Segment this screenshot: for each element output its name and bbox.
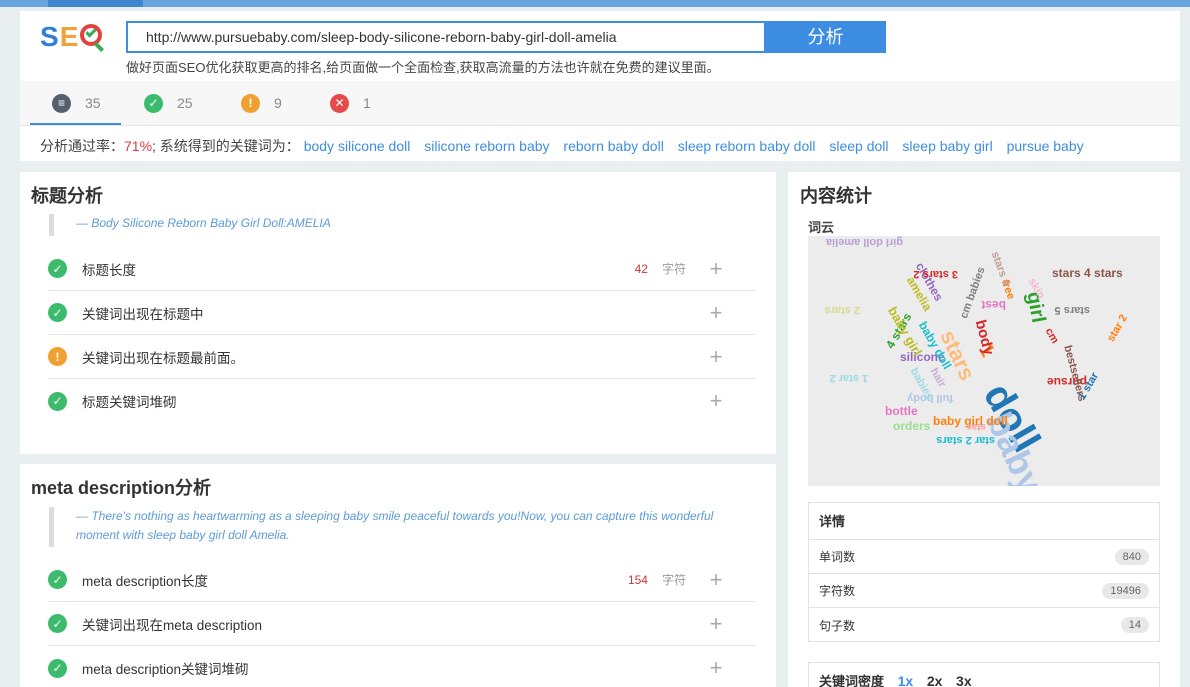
density-option-1x[interactable]: 1x	[898, 673, 914, 687]
url-input[interactable]	[126, 21, 766, 53]
subtitle: 做好页面SEO优化获取更高的排名,给页面做一个全面检查,获取高流量的方法也许就在…	[126, 60, 720, 75]
page-title-quote: — Body Silicone Reborn Baby Girl Doll:AM…	[49, 214, 729, 236]
expand-plus-icon[interactable]: +	[706, 390, 726, 412]
keyword-density-header: 关键词密度 1x 2x 3x	[808, 662, 1160, 687]
error-icon: ✕	[330, 93, 349, 113]
word-cloud-word: girl doll amelia	[825, 236, 903, 248]
density-option-2x[interactable]: 2x	[927, 673, 943, 687]
check-meta-length[interactable]: ✓ meta description长度 154 字符 +	[48, 558, 756, 602]
tab-errors[interactable]: ✕ 1	[330, 93, 371, 113]
check-icon: ✓	[48, 658, 67, 678]
word-cloud-word: cm	[1042, 326, 1061, 346]
keyword-link[interactable]: pursue baby	[1007, 138, 1084, 154]
content-stats-heading: 内容统计	[800, 186, 872, 206]
detail-row-words: 单词数 840	[809, 540, 1159, 574]
word-cloud-word: stars 4 stars	[1052, 266, 1123, 280]
expand-plus-icon[interactable]: +	[706, 301, 726, 323]
check-title-length[interactable]: ✓ 标题长度 42 字符 +	[48, 247, 756, 291]
warnings-count: 9	[274, 95, 282, 111]
word-cloud-label: 词云	[808, 220, 835, 235]
word-cloud-word: star 2	[1105, 312, 1131, 344]
count-badge: 840	[1114, 548, 1149, 565]
keyword-link[interactable]: sleep reborn baby doll	[678, 138, 816, 154]
word-cloud-word: star	[967, 421, 986, 432]
analyze-button[interactable]: 分析	[765, 21, 886, 53]
word-cloud-word: orders	[893, 419, 931, 433]
tab-passed[interactable]: ✓ 25	[144, 93, 193, 113]
word-cloud-word: stars 5	[1054, 304, 1090, 316]
expand-plus-icon[interactable]: +	[706, 345, 726, 367]
word-cloud-word: bottle	[885, 404, 918, 418]
total-count: 35	[85, 95, 101, 111]
check-title-keyword-stuffing[interactable]: ✓ 标题关键词堆砌 +	[48, 379, 756, 423]
title-analysis-panel: 标题分析 — Body Silicone Reborn Baby Girl Do…	[20, 172, 776, 454]
check-keyword-in-meta[interactable]: ✓ 关键词出现在meta description +	[48, 602, 756, 646]
check-icon: ✓	[48, 259, 67, 278]
pass-rate-row: 分析通过率：71%; 系统得到的关键词为： body silicone doll…	[20, 125, 1180, 161]
details-box: 详情 单词数 840 字符数 19496 句子数 14	[808, 502, 1160, 642]
word-cloud-word: stars 4	[988, 250, 1013, 288]
detail-row-sentences: 句子数 14	[809, 608, 1159, 642]
top-bar-active-tab[interactable]	[48, 0, 143, 7]
keyword-link[interactable]: sleep doll	[829, 138, 888, 154]
pass-rate-percent: 71%	[124, 138, 153, 154]
seo-logo: SE	[40, 21, 107, 53]
check-keyword-in-title[interactable]: ✓ 关键词出现在标题中 +	[48, 291, 756, 335]
check-meta-keyword-stuffing[interactable]: ✓ meta description关键词堆砌 +	[48, 646, 756, 687]
top-bar	[0, 0, 1190, 7]
stats-tabs: ≡ 35 ✓ 25 ! 9 ✕ 1	[20, 81, 1180, 125]
word-cloud-word: 3 stars 2	[913, 268, 958, 280]
content-stats-panel: 内容统计 词云 girl doll amelia stars 4 stars dol…	[788, 172, 1180, 687]
title-analysis-heading: 标题分析	[31, 186, 103, 206]
keyword-link[interactable]: reborn baby doll	[563, 138, 663, 154]
check-keyword-title-front[interactable]: ! 关键词出现在标题最前面。 +	[48, 335, 756, 379]
list-icon: ≡	[52, 93, 71, 113]
keyword-link[interactable]: body silicone doll	[304, 138, 411, 154]
word-cloud-word: star 2 stars	[936, 434, 995, 446]
expand-plus-icon[interactable]: +	[706, 657, 726, 679]
tab-warnings[interactable]: ! 9	[241, 93, 282, 113]
check-icon: ✓	[144, 93, 163, 113]
meta-description-quote: — There's nothing as heartwarming as a s…	[49, 507, 729, 547]
word-cloud-word: best	[981, 298, 1006, 312]
detail-row-chars: 字符数 19496	[809, 574, 1159, 608]
expand-plus-icon[interactable]: +	[706, 257, 726, 279]
header: SE 分析 做好页面SEO优化获取更高的排名,给页面做一个全面检查,获取高流量的…	[20, 11, 1180, 81]
warning-icon: !	[241, 93, 260, 113]
expand-plus-icon[interactable]: +	[706, 568, 726, 590]
keyword-link[interactable]: sleep baby girl	[902, 138, 992, 154]
errors-count: 1	[363, 95, 371, 111]
warning-icon: !	[48, 347, 67, 366]
count-badge: 19496	[1102, 582, 1149, 599]
meta-analysis-heading: meta description分析	[31, 478, 212, 498]
meta-description-panel: meta description分析 — There's nothing as …	[20, 464, 776, 687]
density-option-3x[interactable]: 3x	[956, 673, 972, 687]
tab-all[interactable]: ≡ 35	[52, 93, 101, 113]
passed-count: 25	[177, 95, 193, 111]
word-cloud: girl doll amelia stars 4 stars doll baby sta…	[808, 236, 1160, 486]
check-icon: ✓	[48, 391, 67, 411]
word-cloud-word: 2 stars	[824, 304, 860, 316]
check-icon: ✓	[48, 303, 67, 322]
details-heading: 详情	[809, 503, 1159, 540]
expand-plus-icon[interactable]: +	[706, 612, 726, 634]
check-icon: ✓	[48, 570, 67, 589]
word-cloud-word: 1 star 2	[829, 372, 868, 384]
keyword-link[interactable]: silicone reborn baby	[424, 138, 549, 154]
keyword-density-heading: 关键词密度	[819, 674, 885, 687]
count-badge: 14	[1120, 617, 1149, 633]
check-icon: ✓	[48, 614, 67, 633]
magnifier-check-icon	[79, 22, 107, 52]
